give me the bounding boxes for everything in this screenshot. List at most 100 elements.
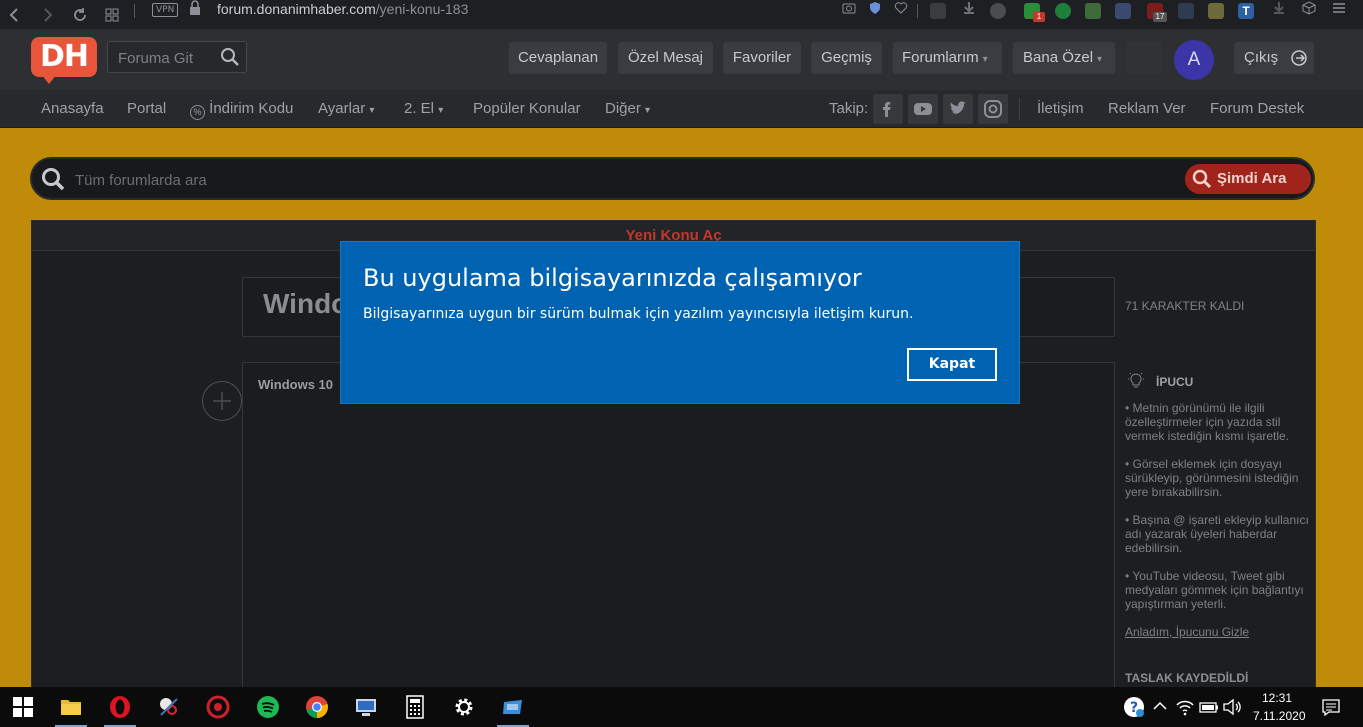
grid-icon[interactable] (103, 6, 121, 24)
draft-saved-status: TASLAK KAYDEDİLDİ (1125, 671, 1249, 685)
tips-sidebar: İPUCU • Metnin görünümü ile ilgili özell… (1125, 371, 1310, 639)
shield-icon[interactable] (866, 0, 884, 18)
volume-icon[interactable] (1221, 694, 1247, 720)
close-button[interactable]: Kapat (907, 348, 997, 381)
wifi-icon[interactable] (1174, 694, 1200, 720)
nav-discount-code[interactable]: % İndirim Kodu (190, 100, 293, 120)
windows-start-icon[interactable] (10, 694, 36, 720)
app-window-icon[interactable] (500, 694, 526, 720)
favorites-button[interactable]: Favoriler (723, 42, 801, 74)
download-icon[interactable] (960, 0, 978, 18)
tip-text: • Başına @ işareti ekleyip kullanıcı adı… (1125, 513, 1309, 555)
tip-text: • YouTube videosu, Tweet gibi medyaları … (1125, 569, 1304, 611)
tip-text: • Görsel eklemek için dosyayı sürükleyip… (1125, 457, 1299, 499)
add-media-button[interactable] (202, 381, 242, 421)
security-app-icon[interactable] (205, 694, 231, 720)
logout-icon (1291, 50, 1307, 66)
nav-discount-label: İndirim Kodu (209, 100, 294, 117)
chevron-up-icon[interactable] (1150, 694, 1176, 720)
history-button[interactable]: Geçmiş (811, 42, 882, 74)
instagram-icon[interactable] (978, 94, 1008, 124)
hide-tips-link[interactable]: Anladım, İpucunu Gizle (1125, 625, 1310, 639)
reload-icon[interactable] (71, 6, 89, 24)
download-manager-icon[interactable] (1270, 0, 1288, 18)
private-message-button[interactable]: Özel Mesaj (618, 42, 713, 74)
owl-extension-icon[interactable] (930, 3, 946, 19)
youtube-icon[interactable] (908, 94, 938, 124)
browser-toolbar: VPN forum.donanimhaber.com/yeni-konu-183… (0, 0, 1363, 30)
logout-button[interactable]: Çıkış (1234, 42, 1314, 74)
settings-gear-icon[interactable] (451, 694, 477, 720)
search-icon (1192, 169, 1212, 189)
spotify-icon[interactable] (255, 694, 281, 720)
global-search-bar: Şimdi Ara (30, 157, 1315, 200)
heart-icon[interactable] (892, 0, 910, 18)
forum-goto-box (107, 41, 247, 73)
nav-other-label: Diğer (605, 100, 641, 117)
search-icon[interactable] (220, 47, 240, 67)
nav-settings-label: Ayarlar (318, 100, 366, 117)
chrome-icon[interactable] (304, 694, 330, 720)
global-search-input[interactable] (75, 170, 975, 190)
box-icon[interactable] (1300, 0, 1318, 18)
green-circle-extension-icon[interactable] (1055, 3, 1071, 19)
nav-second-hand[interactable]: 2. El ▾ (404, 100, 443, 120)
notifications-button[interactable] (1126, 42, 1162, 74)
chevron-down-icon: ▾ (982, 54, 988, 65)
extension-icon[interactable] (1178, 3, 1194, 19)
post-editor[interactable]: Windows 10 (242, 362, 1115, 702)
url-path: /yeni-konu-183 (375, 1, 469, 17)
search-icon (42, 168, 65, 191)
file-explorer-icon[interactable] (58, 694, 84, 720)
nav-portal[interactable]: Portal (127, 100, 166, 118)
opera-icon[interactable] (107, 694, 133, 720)
my-forums-label: Forumlarım (902, 49, 979, 66)
nav-other[interactable]: Diğer ▾ (605, 100, 650, 120)
nav-advertise[interactable]: Reklam Ver (1108, 100, 1186, 118)
nav-home[interactable]: Anasayfa (41, 100, 104, 118)
nav-contact[interactable]: İletişim (1037, 100, 1084, 118)
clock-time[interactable]: 12:31 (1262, 691, 1292, 705)
logo-tail (41, 74, 57, 84)
nav-settings[interactable]: Ayarlar ▾ (318, 100, 374, 120)
for-me-dropdown[interactable]: Bana Özel ▾ (1013, 42, 1115, 74)
url-domain: forum.donanimhaber.com (217, 1, 376, 17)
back-icon[interactable] (6, 6, 24, 24)
chevron-down-icon: ▾ (645, 105, 651, 116)
forward-icon[interactable] (38, 6, 56, 24)
avatar[interactable]: A (1174, 40, 1214, 80)
nav-popular-topics[interactable]: Popüler Konular (473, 100, 581, 118)
notification-center-icon[interactable] (1318, 694, 1344, 720)
nav-forum-support[interactable]: Forum Destek (1210, 100, 1304, 118)
image-extension-icon[interactable] (1208, 3, 1224, 19)
my-forums-dropdown[interactable]: Forumlarım ▾ (893, 42, 1002, 74)
remote-desktop-icon[interactable] (353, 694, 379, 720)
divider (134, 4, 135, 18)
site-logo[interactable]: DH (31, 37, 97, 77)
taskbar: ? 12:31 7.11.2020 (0, 687, 1363, 727)
plus-icon (213, 392, 231, 410)
extension-icon[interactable] (1115, 3, 1131, 19)
menu-icon[interactable] (1330, 0, 1348, 18)
extension-badge: 1 (1033, 12, 1045, 22)
address-bar[interactable]: forum.donanimhaber.com/yeni-konu-183 (217, 1, 468, 17)
divider (1019, 98, 1020, 120)
help-icon[interactable]: ? (1121, 694, 1147, 720)
twitter-icon[interactable] (943, 94, 973, 124)
clock-date[interactable]: 7.11.2020 (1253, 709, 1306, 723)
puzzle-extension-icon[interactable] (990, 3, 1006, 19)
calculator-icon[interactable] (402, 694, 428, 720)
facebook-icon[interactable] (873, 94, 903, 124)
discount-icon: % (190, 105, 205, 120)
snipping-tool-icon[interactable] (156, 694, 182, 720)
cube-extension-icon[interactable] (1085, 3, 1101, 19)
camera-icon[interactable] (840, 0, 858, 18)
search-now-button[interactable]: Şimdi Ara (1185, 164, 1311, 194)
lock-icon[interactable] (186, 0, 204, 18)
translate-extension-icon[interactable]: T (1238, 3, 1254, 19)
chevron-down-icon: ▾ (1097, 54, 1103, 65)
forum-goto-input[interactable] (118, 49, 218, 67)
replied-button[interactable]: Cevaplanan (509, 42, 607, 74)
chars-left-counter: 71 KARAKTER KALDI (1125, 299, 1245, 313)
vpn-badge[interactable]: VPN (152, 3, 179, 17)
